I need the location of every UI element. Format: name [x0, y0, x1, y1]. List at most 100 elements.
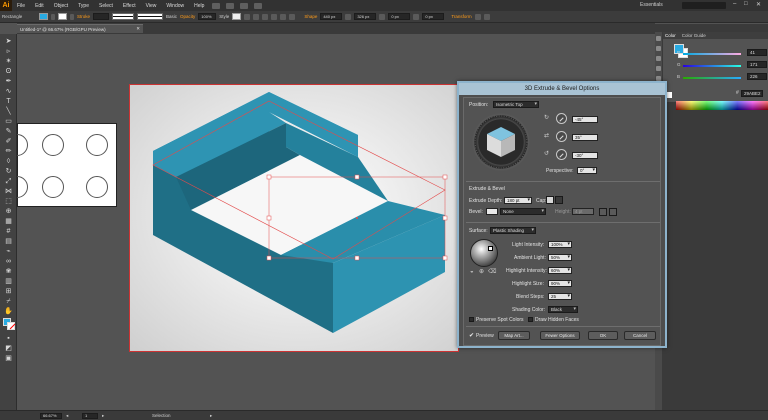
menu-effect[interactable]: Effect	[118, 3, 141, 9]
z-rotation-field[interactable]: -30°	[572, 152, 598, 159]
draw-hidden-faces-checkbox[interactable]	[528, 317, 533, 322]
distribute-icon[interactable]	[262, 13, 269, 20]
brushes-icon[interactable]	[656, 56, 661, 61]
color-spectrum[interactable]	[676, 101, 768, 110]
stroke-label[interactable]: Stroke	[77, 14, 90, 19]
curvature-tool-icon[interactable]: ∿	[4, 87, 13, 96]
stroke-color-box[interactable]	[7, 322, 15, 330]
paintbrush-tool-icon[interactable]: ✎	[4, 127, 13, 136]
preview-checkbox[interactable]: ✔	[469, 332, 474, 339]
fewer-options-button[interactable]: Fewer Options	[540, 331, 580, 340]
mesh-tool-icon[interactable]: #	[4, 227, 13, 236]
menu-file[interactable]: File	[12, 3, 30, 9]
width-field[interactable]: 440 px	[320, 13, 343, 20]
bevel-in-button[interactable]	[609, 208, 617, 216]
menu-help[interactable]: Help	[189, 3, 209, 9]
slider-g-value[interactable]: 171	[747, 61, 767, 68]
scale-tool-icon[interactable]: ⤢	[4, 177, 13, 186]
opacity-mask-icon[interactable]	[280, 13, 287, 20]
handle-bottom-right[interactable]	[442, 255, 448, 261]
perspective-grid-tool-icon[interactable]: ▦	[4, 217, 13, 226]
tab-color-guide[interactable]: Color Guide	[682, 32, 706, 39]
handle-top-right[interactable]	[442, 174, 448, 180]
graphic-style-swatch[interactable]	[232, 13, 242, 20]
menu-window[interactable]: Window	[161, 3, 189, 9]
free-transform-tool-icon[interactable]: ⬚	[4, 197, 13, 206]
menu-type[interactable]: Type	[73, 3, 94, 9]
hand-tool-icon[interactable]: ✋	[4, 307, 13, 316]
handle-mid-right[interactable]	[442, 215, 448, 221]
cap-off-button[interactable]	[555, 196, 563, 204]
extrude-depth-field[interactable]: 180 pt	[504, 197, 532, 204]
handle-mid-left[interactable]	[266, 215, 272, 221]
gpu-performance-icon[interactable]	[240, 2, 249, 9]
stroke-dropdown-icon[interactable]	[70, 13, 74, 20]
cap-on-button[interactable]	[546, 196, 554, 204]
menu-object[interactable]: Object	[49, 3, 73, 9]
shading-color-dropdown[interactable]: Black	[548, 306, 578, 313]
fill-dropdown-icon[interactable]	[51, 13, 55, 20]
properties-icon[interactable]	[656, 36, 661, 41]
swatches-icon[interactable]	[656, 46, 661, 51]
minimize-icon[interactable]: –	[733, 1, 736, 7]
corner-radius-field-2[interactable]: 0 px	[422, 13, 445, 20]
line-tool-icon[interactable]: ╲	[4, 107, 13, 116]
handle-top-left[interactable]	[266, 174, 272, 180]
slider-r-value[interactable]: 41	[747, 49, 767, 56]
stroke-weight-field[interactable]	[93, 13, 110, 20]
surface-dropdown[interactable]: Plastic Shading	[490, 227, 536, 234]
width-tool-icon[interactable]: ⋈	[4, 187, 13, 196]
artboard-circles[interactable]	[17, 123, 117, 207]
opacity-field[interactable]: 100%	[198, 13, 217, 20]
rotate-tool-icon[interactable]: ↻	[4, 167, 13, 176]
screen-mode-icon[interactable]: ▣	[4, 354, 13, 363]
shaper-tool-icon[interactable]: ✐	[4, 137, 13, 146]
lighting-sphere[interactable]	[470, 239, 498, 267]
circle-shape[interactable]	[42, 134, 64, 156]
bevel-dropdown[interactable]: None	[500, 208, 546, 215]
next-artboard-icon[interactable]: ▸	[102, 413, 104, 419]
status-menu-icon[interactable]: ▸	[210, 413, 212, 419]
menu-view[interactable]: View	[141, 3, 162, 9]
x-rotation-field[interactable]: -45°	[572, 116, 598, 123]
perspective-field[interactable]: 0°	[577, 167, 597, 174]
direct-selection-tool-icon[interactable]: ▹	[4, 47, 13, 56]
circle-shape[interactable]	[86, 134, 108, 156]
hex-field[interactable]: 29ABE2	[741, 90, 763, 97]
height-field[interactable]: 326 px	[354, 13, 377, 20]
eyedropper-tool-icon[interactable]: ⌁	[4, 247, 13, 256]
blend-steps-field[interactable]: 25	[548, 293, 572, 300]
corner-type-icon-2[interactable]	[413, 13, 420, 20]
x-rotation-dial[interactable]	[556, 113, 567, 124]
bridge-icon[interactable]	[212, 2, 221, 9]
artboard-tool-icon[interactable]: ⊞	[4, 287, 13, 296]
link-dimensions-icon[interactable]	[345, 13, 352, 20]
search-input[interactable]	[682, 2, 726, 9]
highlight-intensity-field[interactable]: 60%	[548, 267, 572, 274]
magic-wand-tool-icon[interactable]: ✶	[4, 57, 13, 66]
gradient-tool-icon[interactable]: ▤	[4, 237, 13, 246]
corner-radius-field[interactable]: 0 px	[388, 13, 411, 20]
delete-light-icon[interactable]: ⌫	[488, 269, 496, 276]
edit-group-icon[interactable]	[289, 13, 296, 20]
brush-definition[interactable]	[137, 13, 164, 20]
ok-button[interactable]: OK	[588, 331, 618, 340]
blend-tool-icon[interactable]: ∞	[4, 257, 13, 266]
ambient-light-field[interactable]: 50%	[548, 254, 572, 261]
opacity-label[interactable]: Opacity	[180, 14, 195, 19]
type-tool-icon[interactable]: T	[4, 97, 13, 106]
draw-mode-icon[interactable]: ◩	[4, 344, 13, 353]
rotation-track-cube[interactable]	[472, 113, 530, 171]
eraser-tool-icon[interactable]: ◊	[4, 157, 13, 166]
transform-label[interactable]: Transform	[451, 14, 471, 19]
handle-top-mid[interactable]	[354, 174, 360, 180]
symbols-icon[interactable]	[656, 66, 661, 71]
close-icon[interactable]: ✕	[756, 1, 761, 8]
lasso-tool-icon[interactable]: ʘ	[4, 67, 13, 76]
highlight-size-field[interactable]: 90%	[548, 280, 572, 287]
move-light-back-icon[interactable]: ◒	[470, 269, 477, 276]
pencil-tool-icon[interactable]: ✏	[4, 147, 13, 156]
slider-g-track[interactable]	[683, 65, 741, 67]
rectangle-tool-icon[interactable]: ▭	[4, 117, 13, 126]
y-rotation-field[interactable]: 35°	[572, 134, 598, 141]
